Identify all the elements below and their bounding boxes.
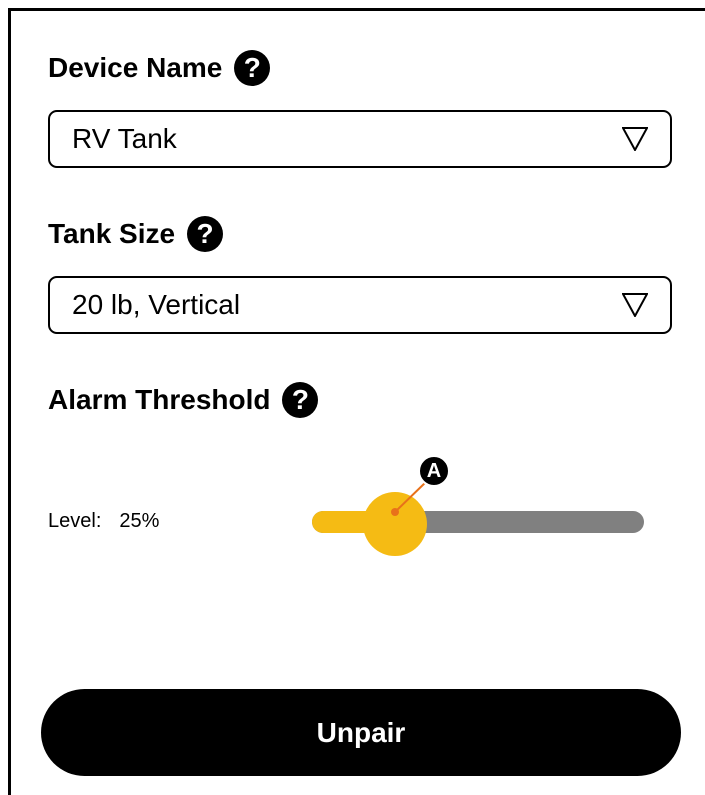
tank-size-heading: Tank Size ?: [48, 216, 224, 252]
level-readout: Level: 25%: [48, 510, 159, 533]
tank-size-select[interactable]: 20 lb, Vertical: [48, 276, 672, 334]
callout-badge: A: [418, 455, 450, 487]
device-name-title: Device Name: [48, 52, 223, 83]
device-name-value: RV Tank: [72, 123, 177, 154]
unpair-button[interactable]: Unpair: [41, 689, 681, 776]
alarm-threshold-title: Alarm Threshold: [48, 384, 271, 415]
question-circle-icon[interactable]: ?: [187, 216, 224, 252]
level-value: 25%: [119, 510, 160, 532]
question-circle-icon[interactable]: ?: [282, 382, 319, 418]
alarm-threshold-heading: Alarm Threshold ?: [48, 382, 319, 418]
device-name-select[interactable]: RV Tank: [48, 110, 672, 168]
question-circle-icon[interactable]: ?: [234, 50, 271, 86]
chevron-down-icon: [622, 127, 648, 151]
chevron-down-icon: [622, 293, 648, 317]
threshold-slider-track[interactable]: [312, 511, 644, 533]
tank-size-value: 20 lb, Vertical: [72, 289, 241, 320]
level-label: Level:: [48, 510, 102, 532]
threshold-slider-thumb[interactable]: [363, 492, 427, 556]
tank-size-title: Tank Size: [48, 218, 176, 249]
device-name-heading: Device Name ?: [48, 50, 271, 86]
